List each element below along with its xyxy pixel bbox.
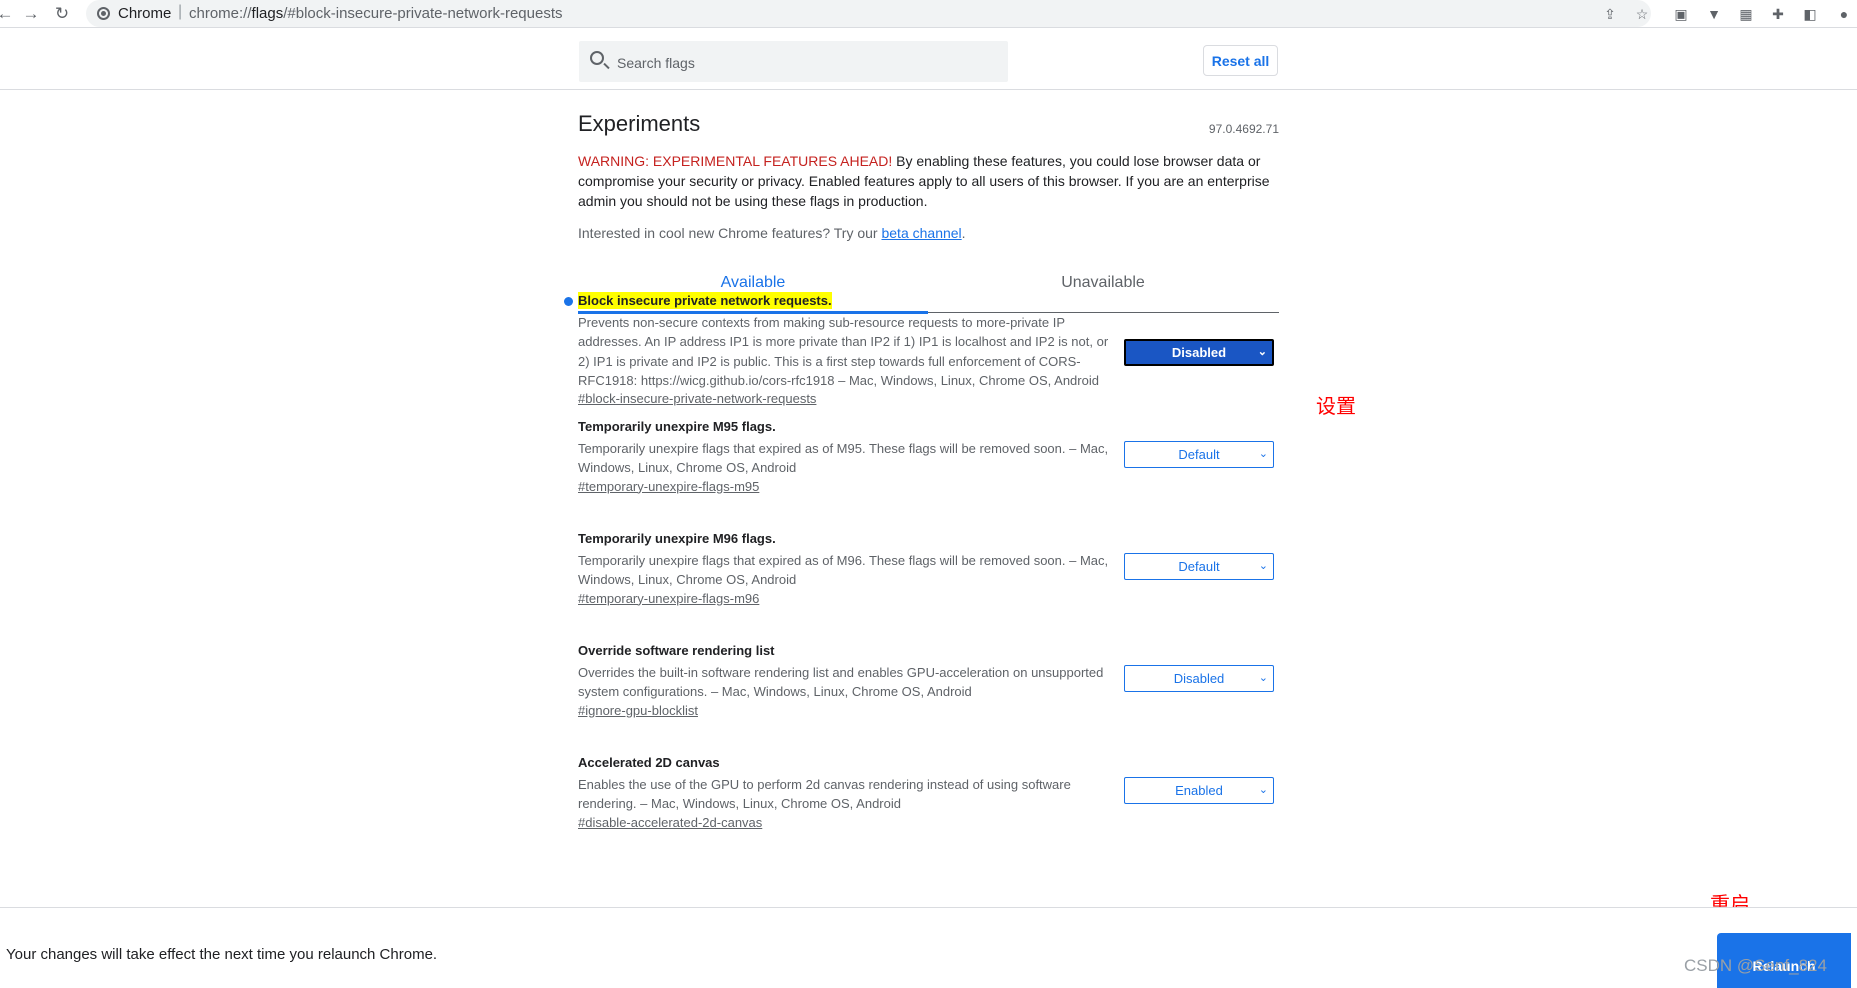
share-icon[interactable]: ⇪ [1600, 4, 1620, 24]
flag-item: Block insecure private network requests.… [564, 292, 1279, 408]
flag-item: Accelerated 2D canvas Enables the use of… [578, 754, 1279, 832]
flag-permalink[interactable]: #ignore-gpu-blocklist [578, 703, 698, 718]
extension-v-icon[interactable]: ▼ [1704, 4, 1724, 24]
chevron-down-icon: ⌄ [1258, 448, 1268, 460]
warning-heading: WARNING: EXPERIMENTAL FEATURES AHEAD! [578, 153, 893, 169]
flag-title: Override software rendering list [578, 643, 775, 658]
extension-pdf-icon[interactable]: ▣ [1671, 4, 1691, 24]
flag-state-select[interactable]: Default ⌄ [1124, 441, 1274, 468]
forward-icon[interactable]: → [20, 3, 42, 25]
flag-permalink[interactable]: #temporary-unexpire-flags-m96 [578, 591, 759, 606]
flag-title: Block insecure private network requests. [578, 292, 832, 309]
flag-item: Temporarily unexpire M95 flags. Temporar… [578, 418, 1279, 496]
flag-title: Temporarily unexpire M96 flags. [578, 531, 776, 546]
chevron-down-icon: ⌄ [1258, 784, 1268, 796]
flag-description: Overrides the built-in software renderin… [578, 665, 1104, 700]
page-title: Experiments [578, 111, 701, 136]
chevron-down-icon: ⌄ [1258, 672, 1268, 684]
relaunch-bar: Your changes will take effect the next t… [0, 907, 1857, 988]
flag-description: Temporarily unexpire flags that expired … [578, 441, 1109, 476]
extension-grid-icon[interactable]: ▦ [1736, 4, 1756, 24]
reload-icon[interactable]: ↻ [51, 3, 73, 25]
flag-title: Temporarily unexpire M95 flags. [578, 419, 776, 434]
modified-dot-icon [564, 297, 573, 306]
chrome-icon [97, 7, 110, 20]
chevron-down-icon: ⌄ [1257, 346, 1267, 358]
annotation-settings: 设置 [1316, 394, 1356, 418]
chevron-down-icon: ⌄ [1258, 560, 1268, 572]
relaunch-message: Your changes will take effect the next t… [6, 946, 438, 963]
flag-permalink[interactable]: #temporary-unexpire-flags-m95 [578, 479, 759, 494]
flag-state-select[interactable]: Disabled ⌄ [1124, 665, 1274, 692]
side-panel-icon[interactable]: ◧ [1800, 4, 1820, 24]
search-input[interactable] [615, 41, 999, 84]
back-icon[interactable]: ← [0, 3, 16, 25]
flag-state-select[interactable]: Disabled ⌄ [1124, 339, 1274, 366]
url-text[interactable]: chrome://flags/#block-insecure-private-n… [189, 5, 563, 22]
extensions-puzzle-icon[interactable]: ✚ [1768, 4, 1788, 24]
profile-icon[interactable]: ● [1834, 4, 1854, 24]
warning-text: WARNING: EXPERIMENTAL FEATURES AHEAD! By… [578, 151, 1279, 211]
address-separator: | [178, 3, 183, 20]
flag-description: Temporarily unexpire flags that expired … [578, 553, 1109, 588]
version-label: 97.0.4692.71 [1208, 122, 1279, 136]
watermark: CSDN @Senf_824 [1684, 956, 1827, 975]
scheme-label: Chrome [118, 5, 172, 22]
flag-item: Temporarily unexpire M96 flags. Temporar… [578, 530, 1279, 608]
browser-toolbar: ← → ↻ Chrome | chrome://flags/#block-ins… [0, 0, 1857, 28]
flag-title: Accelerated 2D canvas [578, 755, 720, 770]
flag-description: Prevents non-secure contexts from making… [578, 315, 1109, 388]
bookmark-star-icon[interactable]: ☆ [1632, 4, 1652, 24]
flags-search-header: Reset all [0, 28, 1857, 90]
flag-state-select[interactable]: Enabled ⌄ [1124, 777, 1274, 804]
beta-channel-link[interactable]: beta channel [881, 225, 961, 241]
flag-permalink[interactable]: #disable-accelerated-2d-canvas [578, 815, 762, 830]
address-bar[interactable]: Chrome | chrome://flags/#block-insecure-… [86, 0, 1651, 27]
flag-state-select[interactable]: Default ⌄ [1124, 553, 1274, 580]
reset-all-button[interactable]: Reset all [1203, 45, 1278, 76]
flag-description: Enables the use of the GPU to perform 2d… [578, 777, 1071, 812]
flag-permalink[interactable]: #block-insecure-private-network-requests [578, 391, 816, 406]
flag-item: Override software rendering list Overrid… [578, 642, 1279, 720]
beta-promo-text: Interested in cool new Chrome features? … [578, 225, 966, 241]
search-icon [590, 51, 604, 65]
search-box[interactable] [579, 41, 1008, 84]
